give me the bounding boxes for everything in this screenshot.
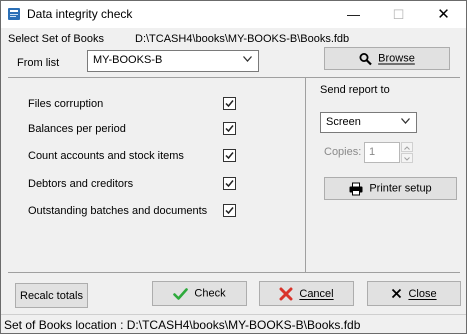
checkmark-icon (225, 125, 234, 133)
select-books-label: Select Set of Books (8, 33, 104, 45)
close-window-button[interactable]: ✕ (421, 1, 466, 28)
chevron-down-icon (404, 157, 410, 161)
window-title: Data integrity check (27, 7, 133, 21)
recalc-totals-label: Recalc totals (20, 289, 83, 302)
minimize-button[interactable]: — (331, 1, 376, 28)
cancel-label: Cancel (299, 287, 334, 300)
divider-bottom (8, 272, 460, 273)
check-label-balances-per-period: Balances per period (28, 123, 126, 135)
status-bar: Set of Books location : D:\TCASH4\books\… (1, 314, 466, 334)
checkbox-debtors-creditors[interactable] (223, 177, 236, 190)
check-label-debtors-creditors: Debtors and creditors (28, 178, 134, 190)
from-list-label: From list (17, 57, 60, 69)
maximize-button[interactable]: ☐ (376, 1, 421, 28)
browse-button[interactable]: Browse (324, 47, 450, 70)
chevron-up-icon (404, 146, 410, 150)
check-label-count-accounts: Count accounts and stock items (28, 150, 184, 162)
check-label-outstanding-batches: Outstanding batches and documents (28, 205, 208, 217)
checkmark-icon (225, 100, 234, 108)
books-select[interactable]: MY-BOOKS-B (87, 50, 259, 72)
red-x-icon (279, 287, 293, 300)
checkbox-outstanding-batches[interactable] (223, 204, 236, 217)
books-path: D:\TCASH4\books\MY-BOOKS-B\Books.fdb (135, 33, 350, 45)
checkmark-icon (225, 180, 234, 188)
chevron-down-icon (243, 56, 252, 62)
printer-icon (349, 182, 363, 195)
checkbox-files-corruption[interactable] (223, 97, 236, 110)
browse-label: Browse (378, 52, 415, 65)
status-text: Set of Books location : D:\TCASH4\books\… (4, 318, 361, 332)
copies-label: Copies: (324, 146, 362, 158)
close-icon (392, 288, 402, 299)
check-label: Check (194, 287, 226, 300)
spin-up-button[interactable] (401, 142, 413, 152)
send-report-label: Send report to (320, 84, 390, 96)
cancel-button[interactable]: Cancel (259, 281, 354, 306)
check-button[interactable]: Check (152, 281, 247, 306)
copies-spinner[interactable]: 1 (364, 142, 414, 163)
books-select-value: MY-BOOKS-B (93, 54, 163, 66)
checkbox-count-accounts[interactable] (223, 149, 236, 162)
title-bar: Data integrity check — ☐ ✕ (1, 1, 466, 28)
printer-setup-button[interactable]: Printer setup (324, 177, 457, 200)
checkmark-icon (225, 207, 234, 215)
spin-down-button[interactable] (401, 153, 413, 163)
close-button[interactable]: Close (367, 281, 461, 306)
report-destination-value: Screen (326, 116, 361, 128)
checkmark-icon (225, 152, 234, 160)
search-icon (359, 52, 372, 65)
report-panel (306, 77, 460, 272)
data-integrity-dialog: Data integrity check — ☐ ✕ Select Set of… (0, 0, 467, 334)
app-icon (8, 8, 20, 20)
copies-value: 1 (369, 146, 376, 158)
green-check-icon (173, 287, 189, 300)
checkbox-balances-per-period[interactable] (223, 122, 236, 135)
chevron-down-icon (401, 118, 410, 124)
recalc-totals-button[interactable]: Recalc totals (15, 283, 88, 308)
copies-input[interactable]: 1 (364, 142, 400, 163)
check-label-files-corruption: Files corruption (28, 98, 104, 110)
report-destination-select[interactable]: Screen (320, 112, 417, 133)
printer-setup-label: Printer setup (369, 182, 432, 195)
close-label: Close (408, 287, 437, 300)
